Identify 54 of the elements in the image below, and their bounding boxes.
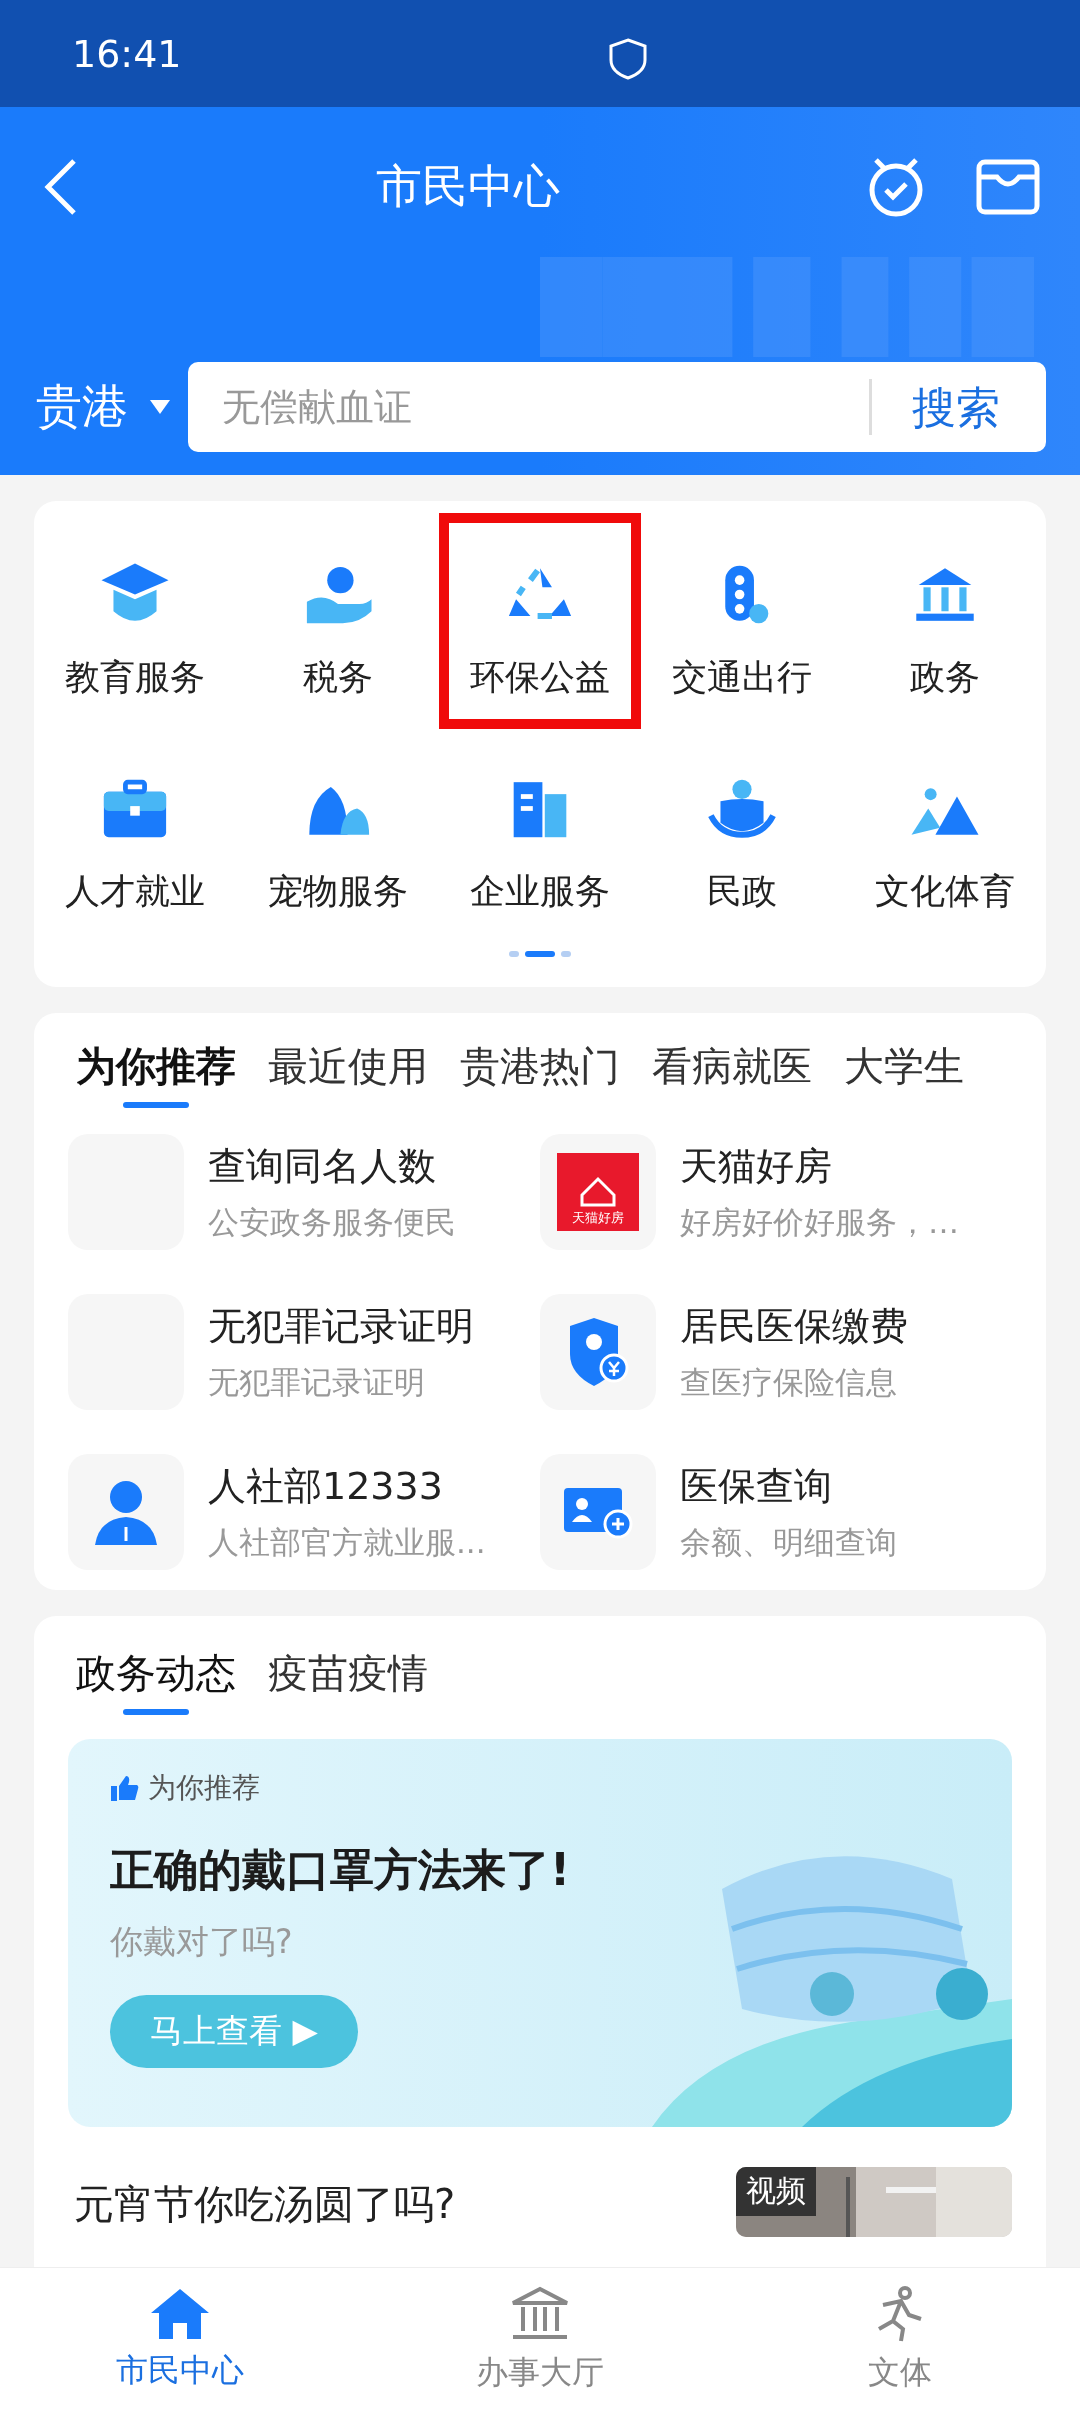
logo-text: 天猫好房 [572,1209,624,1227]
wallet-icon[interactable] [976,159,1040,215]
service-title[interactable]: 无犯罪记录证明 [208,1300,474,1352]
news-tab[interactable]: 疫苗疫情 [268,1646,428,1721]
video-badge: 视频 [736,2167,816,2216]
service-item[interactable]: 企业服务 [438,735,642,915]
dropdown-icon [150,400,170,414]
category-tab[interactable]: 大学生 [844,1039,964,1114]
app-tile[interactable] [540,1454,656,1570]
service-item[interactable]: 文化体育 [843,735,1046,915]
service-subtitle: 无犯罪记录证明 [208,1362,426,1402]
app-tile[interactable] [540,1294,656,1410]
banner-title: 正确的戴口罩方法来了! [110,1843,572,1897]
service-title[interactable]: 人社部12333 [208,1460,486,1512]
app-tile[interactable]: 天猫好房 [540,1134,656,1250]
service-title[interactable]: 医保查询 [680,1460,897,1512]
service-subtitle: 人社部官方就业服... [208,1522,486,1562]
nav-tab[interactable]: 市民中心 [0,2268,360,2412]
service-title[interactable]: 居民医保缴费 [680,1300,908,1352]
promo-banner[interactable]: 为你推荐 正确的戴口罩方法来了! 你戴对了吗? 马上查看 ▶ [68,1739,1012,2127]
search-field[interactable]: 无偿献血证 搜索 [188,362,1046,452]
thumbs-up-icon [110,1774,140,1802]
shield-icon [608,38,648,80]
service-item[interactable]: 税务 [236,521,439,721]
service-item[interactable]: 民政 [641,735,844,915]
banner-subtitle: 你戴对了吗? [110,1921,294,1963]
service-item[interactable]: 教育服务 [34,521,237,721]
status-time: 16:41 [72,31,182,76]
city-selector[interactable]: 贵港 [36,376,170,438]
banner-tag: 为你推荐 [148,1769,260,1807]
category-tab[interactable]: 最近使用 [268,1039,428,1114]
app-tile[interactable] [68,1454,184,1570]
service-title[interactable]: 查询同名人数 [208,1140,456,1192]
nav-tab[interactable]: 办事大厅 [360,2268,720,2412]
service-item[interactable]: 政务 [843,521,1046,721]
nav-tab[interactable]: 文体 [720,2268,1080,2412]
service-subtitle: 查医疗保险信息 [680,1362,898,1402]
news-tab[interactable]: 政务动态 [76,1646,236,1721]
service-subtitle: 公安政务服务便民 [208,1202,456,1242]
category-tab[interactable]: 看病就医 [652,1039,812,1114]
category-tab[interactable]: 贵港热门 [460,1039,620,1114]
service-item[interactable]: 人才就业 [34,735,237,915]
service-item[interactable]: 环保公益 [446,521,634,721]
home-icon [149,2287,211,2341]
search-button[interactable]: 搜索 [869,379,1046,435]
service-subtitle: 好房好价好服务，… [680,1202,959,1242]
service-subtitle: 余额、明细查询 [680,1522,897,1562]
page-title: 市民中心 [375,158,561,215]
service-item[interactable]: 宠物服务 [236,735,439,915]
article-title[interactable]: 元宵节你吃汤圆了吗? [74,2177,456,2232]
service-item[interactable]: 交通出行 [641,521,844,721]
house-icon [578,1175,618,1209]
service-title[interactable]: 天猫好房 [680,1140,959,1192]
category-tab[interactable]: 为你推荐 [76,1039,236,1114]
